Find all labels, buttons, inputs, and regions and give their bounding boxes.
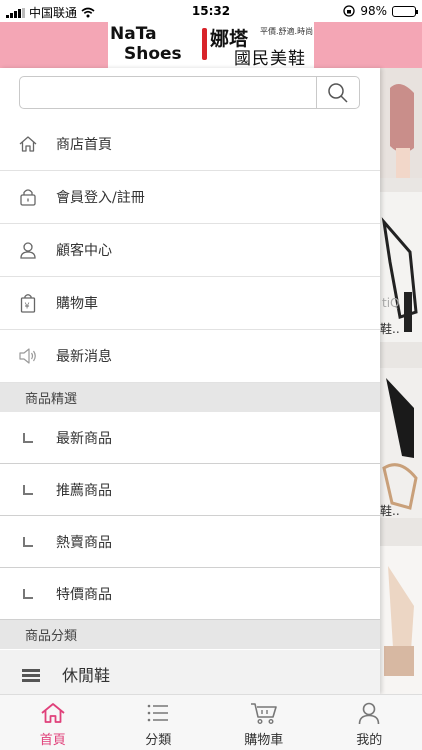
store-logo[interactable]: NaTa Shoes 娜塔 平價.舒適.時尚 國民美鞋 <box>108 22 314 69</box>
logo-divider <box>202 28 207 60</box>
tab-home[interactable]: 首頁 <box>0 695 106 750</box>
menu-item-label: 顧客中心 <box>56 243 112 259</box>
logo-english: NaTa Shoes <box>110 24 182 64</box>
menu-item-label: 會員登入/註冊 <box>56 190 145 206</box>
home-icon <box>0 134 56 154</box>
product-image <box>380 368 422 518</box>
menu-item-customer-center[interactable]: 顧客中心 <box>0 224 380 277</box>
speaker-icon <box>0 347 56 365</box>
logo-slogan: 平價.舒適.時尚 <box>260 27 314 36</box>
search-icon <box>328 82 348 103</box>
category-label: 休閒鞋 <box>62 666 111 685</box>
menu-item-store-home[interactable]: 商店首頁 <box>0 118 380 171</box>
lock-icon <box>0 187 56 207</box>
status-right: 98% <box>343 4 418 18</box>
corner-arrow-icon <box>0 535 56 549</box>
corner-arrow-icon <box>0 431 56 445</box>
menu-item-sale-products[interactable]: 特價商品 <box>0 568 380 620</box>
search-box <box>19 76 360 109</box>
tab-label: 分類 <box>145 733 172 748</box>
status-bar: 中国联通 15:32 98% <box>0 0 422 22</box>
menu-item-label: 最新消息 <box>56 349 112 365</box>
menu-item-label: 熱賣商品 <box>56 534 112 551</box>
tab-cart[interactable]: 購物車 <box>211 695 317 750</box>
logo-en-line2: Shoes <box>124 44 182 64</box>
menu-item-new-products[interactable]: 最新商品 <box>0 412 380 464</box>
product-name: 鞋.. <box>380 322 400 336</box>
tab-categories[interactable]: 分類 <box>106 695 212 750</box>
logo-chinese-tagline: 國民美鞋 <box>234 49 306 69</box>
bottom-tab-bar: 首頁 分類 購物車 我的 <box>0 694 422 750</box>
tab-label: 我的 <box>356 733 383 748</box>
shopping-bag-icon: ¥ <box>0 293 56 313</box>
side-drawer: 商店首頁 會員登入/註冊 顧客中心 ¥ 購物車 最新消息 商品精選 最新商品 推… <box>0 68 380 694</box>
product-image <box>380 68 422 178</box>
section-header-categories: 商品分類 <box>0 620 380 649</box>
search-button[interactable] <box>316 77 359 108</box>
battery-percent: 98% <box>360 4 387 18</box>
cart-icon <box>250 703 277 725</box>
section-header-featured: 商品精選 <box>0 383 380 412</box>
menu-item-recommended-products[interactable]: 推薦商品 <box>0 464 380 516</box>
svg-text:tiQ: tiQ <box>382 296 399 310</box>
menu-item-hot-products[interactable]: 熱賣商品 <box>0 516 380 568</box>
search-input[interactable] <box>20 77 316 108</box>
menu-item-label: 推薦商品 <box>56 482 112 499</box>
logo-en-line1: NaTa <box>110 24 157 44</box>
corner-arrow-icon <box>0 587 56 601</box>
product-name: 鞋.. <box>380 504 400 518</box>
menu-item-shopping-cart[interactable]: ¥ 購物車 <box>0 277 380 330</box>
product-image <box>380 546 422 694</box>
background-product-grid[interactable]: tiQ 鞋.. 鞋.. <box>380 68 422 694</box>
category-item-casual-shoes[interactable]: 休閒鞋 <box>0 650 380 694</box>
menu-item-label: 最新商品 <box>56 430 112 447</box>
tab-profile[interactable]: 我的 <box>317 695 422 750</box>
tab-label: 首頁 <box>39 733 66 748</box>
battery-icon <box>392 5 418 17</box>
app-header: NaTa Shoes 娜塔 平價.舒適.時尚 國民美鞋 <box>0 22 422 69</box>
menu-item-member-login[interactable]: 會員登入/註冊 <box>0 171 380 224</box>
orientation-lock-icon <box>343 5 355 17</box>
svg-text:¥: ¥ <box>25 302 30 311</box>
user-icon <box>0 241 56 259</box>
search-bar <box>0 68 380 118</box>
menu-item-latest-news[interactable]: 最新消息 <box>0 330 380 383</box>
tab-label: 購物車 <box>244 733 284 748</box>
menu-lines-icon <box>0 661 62 683</box>
menu-item-label: 購物車 <box>56 296 98 312</box>
list-icon <box>147 704 169 722</box>
corner-arrow-icon <box>0 483 56 497</box>
home-icon <box>41 703 65 723</box>
user-icon <box>358 702 380 725</box>
menu-item-label: 商店首頁 <box>56 137 112 153</box>
menu-item-label: 特價商品 <box>56 586 112 603</box>
